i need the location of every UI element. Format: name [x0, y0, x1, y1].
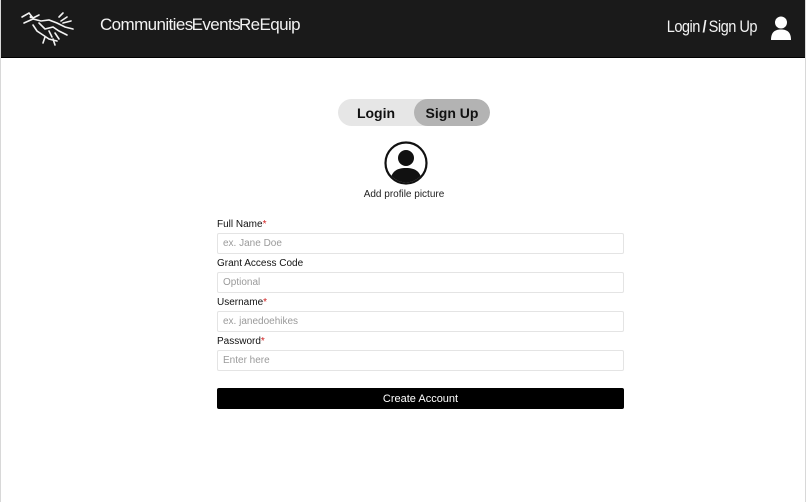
archaeopteryx-logo-icon[interactable] [19, 9, 75, 47]
nav-communities[interactable]: Communities [100, 15, 193, 34]
header-signup-link[interactable]: Sign Up [709, 17, 758, 36]
nav-events[interactable]: Events [192, 15, 241, 34]
username-input[interactable] [217, 311, 624, 332]
nav-reequip[interactable]: ReEquip [239, 15, 301, 34]
password-input[interactable] [217, 350, 624, 371]
username-label: Username* [217, 297, 268, 308]
create-account-button[interactable]: Create Account [217, 388, 624, 409]
page: Communities Events ReEquip Login / Sign Up… [0, 0, 806, 502]
profile-avatar-icon[interactable] [384, 141, 428, 185]
signup-form: Full Name* Grant Access Code Username* P… [217, 218, 625, 374]
header-auth-link[interactable]: Login / Sign Up [667, 17, 758, 37]
auth-divider: / [702, 17, 707, 36]
auth-links: Login / Sign Up [652, 17, 758, 37]
grant-access-code-input[interactable] [217, 272, 624, 293]
auth-mode-toggle: Login Sign Up [338, 99, 490, 126]
top-header: Communities Events ReEquip Login / Sign Up [1, 0, 805, 58]
tab-login[interactable]: Login [338, 99, 414, 126]
user-icon[interactable] [771, 16, 791, 41]
main-nav: Communities Events ReEquip [100, 15, 302, 35]
full-name-input[interactable] [217, 233, 624, 254]
header-login-link[interactable]: Login [667, 17, 701, 36]
tab-signup[interactable]: Sign Up [414, 99, 490, 126]
grant-access-code-label: Grant Access Code [217, 258, 304, 269]
add-profile-picture-label[interactable]: Add profile picture [1, 189, 806, 200]
full-name-label: Full Name* [217, 219, 267, 230]
password-label: Password* [217, 336, 265, 347]
